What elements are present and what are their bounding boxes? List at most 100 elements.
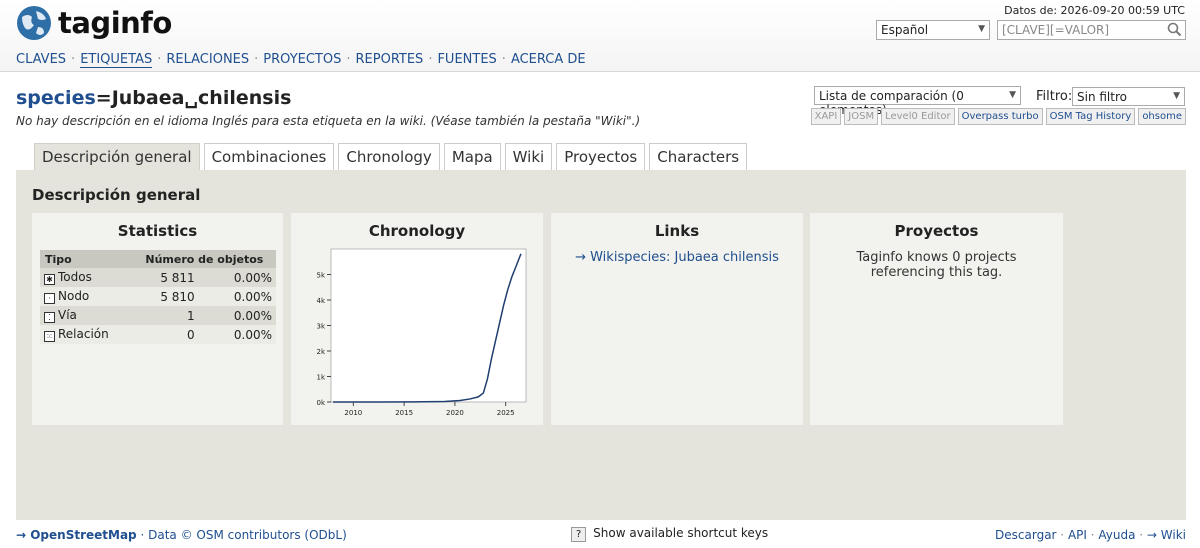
row-type: Vía xyxy=(58,308,77,322)
x-tick-label: 2010 xyxy=(344,409,362,417)
projects-text: Taginfo knows 0 projects referencing thi… xyxy=(856,250,1017,280)
tag-key[interactable]: species xyxy=(16,87,96,109)
search-icon[interactable] xyxy=(1167,22,1182,37)
data-license[interactable]: · Data © OSM contributors (ODbL) xyxy=(140,528,346,542)
panel-title: Descripción general xyxy=(32,186,201,204)
tab-mapa[interactable]: Mapa xyxy=(443,143,501,170)
nav-acerca-de[interactable]: ACERCA DE xyxy=(511,52,586,67)
wikispecies-link[interactable]: → Wikispecies: Jubaea chilensis xyxy=(551,250,803,265)
y-tick-label: 2k xyxy=(316,348,325,356)
projects-title: Proyectos xyxy=(894,222,979,240)
chronology-chart: 0k 1k 2k 3k 4k 5k 2010 2015 2020 2025 xyxy=(316,248,527,417)
tag-eq: = xyxy=(95,87,112,109)
tab-descripcion-general[interactable]: Descripción general xyxy=(34,143,200,170)
y-tick-label: 0k xyxy=(316,399,325,407)
footer-ayuda[interactable]: Ayuda xyxy=(1098,528,1135,542)
language-select[interactable]: Español ▼ xyxy=(876,20,990,40)
x-tick-label: 2025 xyxy=(497,409,515,417)
chart-plot-area xyxy=(330,248,527,403)
globe-icon xyxy=(17,6,51,40)
projects-box: Proyectos Taginfo knows 0 projects refer… xyxy=(810,213,1063,425)
main-panel: Descripción general Statistics Tipo Núme… xyxy=(16,170,1186,520)
data-date: Datos de: 2026-09-20 00:59 UTC xyxy=(1004,4,1185,17)
x-tick-label: 2020 xyxy=(446,409,464,417)
overpass-turbo-button[interactable]: Overpass turbo xyxy=(957,108,1043,125)
tab-bar: Descripción general Combinaciones Chrono… xyxy=(34,143,748,170)
row-count: 5 811 xyxy=(127,268,199,287)
node-icon: · xyxy=(44,293,55,304)
chevron-down-icon: ▼ xyxy=(1009,90,1016,100)
ohsome-button[interactable]: ohsome xyxy=(1138,108,1186,125)
xapi-button[interactable]: XAPI xyxy=(810,108,842,125)
filter-select[interactable]: Sin filtro ▼ xyxy=(1072,87,1185,106)
y-tick-label: 4k xyxy=(316,297,325,305)
table-row: · Nodo 5 810 0.00% xyxy=(40,287,276,306)
nav-etiquetas[interactable]: ETIQUETAS xyxy=(80,52,153,68)
nav-relaciones[interactable]: RELACIONES xyxy=(166,52,249,67)
level0-editor-button[interactable]: Level0 Editor xyxy=(881,108,955,125)
filter-label: Filtro: xyxy=(1036,89,1073,104)
footer-wiki[interactable]: → Wiki xyxy=(1147,528,1186,542)
page-subtitle: No hay descripción en el idioma Inglés p… xyxy=(16,114,641,128)
osm-tag-history-button[interactable]: OSM Tag History xyxy=(1045,108,1136,125)
x-tick-label: 2015 xyxy=(395,409,413,417)
footer-api[interactable]: API xyxy=(1068,528,1087,542)
chevron-down-icon: ▼ xyxy=(1173,91,1180,101)
table-row: ⁚ Vía 1 0.00% xyxy=(40,306,276,325)
tag-value: Jubaea␣chilensis xyxy=(111,87,292,109)
links-box: Links → Wikispecies: Jubaea chilensis xyxy=(551,213,803,425)
row-count: 0 xyxy=(127,325,199,344)
relation-icon: ⁙ xyxy=(44,331,55,342)
way-icon: ⁚ xyxy=(44,312,55,323)
row-pct: 0.00% xyxy=(198,287,276,306)
tab-proyectos[interactable]: Proyectos xyxy=(556,143,646,170)
row-type: Todos xyxy=(58,270,92,284)
y-tick-label: 1k xyxy=(316,374,325,382)
y-tick-label: 5k xyxy=(316,272,325,280)
language-value: Español xyxy=(881,23,929,37)
statistics-table: Tipo Número de objetos ✱ Todos 5 811 0.00… xyxy=(40,250,276,344)
tab-chronology[interactable]: Chronology xyxy=(338,143,440,170)
page-title: species=Jubaea␣chilensis xyxy=(16,87,291,109)
row-pct: 0.00% xyxy=(198,325,276,344)
shortcut-key-icon[interactable]: ? xyxy=(571,527,587,542)
header: taginfo Datos de: 2026-09-20 00:59 UTC E… xyxy=(0,0,1200,72)
tab-combinaciones[interactable]: Combinaciones xyxy=(203,143,335,170)
nav-claves[interactable]: CLAVES xyxy=(16,52,66,67)
chevron-down-icon: ▼ xyxy=(978,24,985,34)
col-header-count: Número de objetos xyxy=(127,250,276,268)
tab-characters[interactable]: Characters xyxy=(649,143,748,170)
nav-proyectos[interactable]: PROYECTOS xyxy=(263,52,341,67)
logo[interactable]: taginfo xyxy=(16,5,172,41)
search-input[interactable]: [CLAVE][=VALOR] xyxy=(997,20,1186,40)
y-tick-label: 3k xyxy=(316,323,325,331)
row-count: 5 810 xyxy=(127,287,199,306)
shortcut-text: Show available shortcut keys xyxy=(593,526,769,540)
nav-reportes[interactable]: REPORTES xyxy=(356,52,424,67)
row-count: 1 xyxy=(127,306,199,325)
links-title: Links xyxy=(654,222,700,240)
comparison-list-select[interactable]: Lista de comparación (0 elementos) ▼ xyxy=(814,86,1021,117)
col-header-type: Tipo xyxy=(40,250,128,268)
all-icon: ✱ xyxy=(44,274,55,285)
filter-value: Sin filtro xyxy=(1077,90,1127,104)
footer-descargar[interactable]: Descargar xyxy=(995,528,1056,542)
tab-wiki[interactable]: Wiki xyxy=(504,143,553,170)
chronology-title: Chronology xyxy=(368,222,466,240)
tool-buttons: XAPI JOSM Level0 Editor Overpass turbo O… xyxy=(810,108,1186,125)
table-row: ✱ Todos 5 811 0.00% xyxy=(40,268,276,287)
statistics-box: Statistics Tipo Número de objetos ✱ Todos… xyxy=(32,213,283,425)
chronology-box: Chronology 0k 1k 2k 3k 4k 5k 2010 2015 2020 2025 xyxy=(291,213,543,425)
nav-fuentes[interactable]: FUENTES xyxy=(437,52,496,67)
row-type: Relación xyxy=(58,327,109,341)
table-row: ⁙ Relación 0 0.00% xyxy=(40,325,276,344)
row-pct: 0.00% xyxy=(198,268,276,287)
search-placeholder: [CLAVE][=VALOR] xyxy=(1002,23,1110,37)
main-nav: CLAVES · ETIQUETAS · RELACIONES · PROYECTOS · RE… xyxy=(16,52,586,68)
logo-text: taginfo xyxy=(58,6,172,40)
josm-button[interactable]: JOSM xyxy=(844,108,879,125)
statistics-title: Statistics xyxy=(117,222,198,240)
row-pct: 0.00% xyxy=(198,306,276,325)
row-type: Nodo xyxy=(58,289,90,303)
openstreetmap-link[interactable]: → OpenStreetMap xyxy=(16,528,137,542)
